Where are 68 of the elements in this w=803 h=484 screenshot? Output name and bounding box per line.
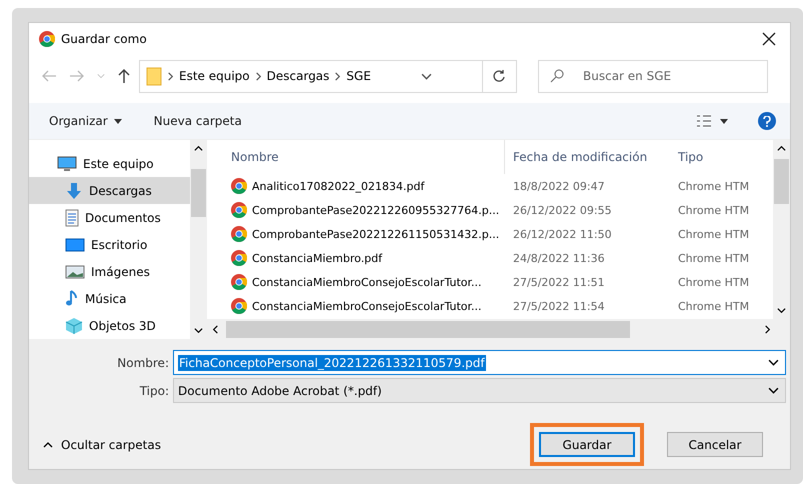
chrome-icon — [39, 31, 55, 47]
scroll-thumb[interactable] — [226, 320, 630, 338]
dropdown-chevron-icon — [768, 357, 779, 368]
breadcrumb[interactable]: SGE — [346, 69, 371, 83]
window-title: Guardar como — [61, 32, 148, 46]
download-arrow-icon — [65, 182, 83, 200]
scroll-thumb[interactable] — [774, 159, 789, 204]
refresh-icon — [492, 69, 506, 83]
new-folder-button[interactable]: Nueva carpeta — [154, 114, 242, 128]
chevron-icon — [43, 440, 53, 450]
column-header[interactable]: Tipo — [670, 140, 760, 174]
file-list-scrollbar[interactable] — [773, 140, 790, 319]
file-row[interactable]: ComprobantePase202212260955327764.p... 26/12/2022 09:55 Chrome HTM — [207, 198, 773, 222]
scroll-down-icon — [194, 326, 203, 335]
dialog-button[interactable]: Guardar — [539, 432, 635, 457]
sidebar-item[interactable]: Objetos 3D — [29, 312, 190, 339]
chrome-icon — [231, 298, 247, 314]
chrome-icon — [231, 202, 247, 218]
breadcrumb-separator-icon — [333, 72, 342, 80]
file-row[interactable]: Analitico17082022_021834.pdf 18/8/2022 09:47 Chrome HTM — [207, 174, 773, 198]
search-icon — [550, 68, 564, 82]
breadcrumb[interactable]: Este equipo — [179, 69, 250, 83]
dialog-button[interactable]: Cancelar — [667, 432, 763, 457]
sidebar-item[interactable]: Imágenes — [29, 258, 190, 285]
document-icon — [65, 208, 79, 226]
scroll-thumb[interactable] — [191, 169, 206, 217]
sidebar-scrollbar[interactable] — [190, 140, 207, 339]
sidebar-item[interactable]: Escritorio — [29, 231, 190, 258]
help-icon[interactable] — [758, 112, 776, 130]
column-header[interactable]: Fecha de modificación — [505, 140, 670, 174]
chrome-icon — [231, 226, 247, 242]
type-label: Tipo: — [138, 384, 170, 398]
search-field[interactable]: Buscar en SGE — [538, 60, 768, 92]
chrome-icon — [231, 250, 247, 266]
chrome-icon — [231, 274, 247, 290]
scroll-right-icon — [763, 324, 772, 334]
breadcrumb-separator-icon — [166, 72, 175, 80]
music-note-icon — [65, 290, 79, 308]
desktop-icon — [65, 236, 85, 252]
organize-menu[interactable]: Organizar — [49, 114, 122, 128]
file-type-select[interactable]: Documento Adobe Acrobat (*.pdf) — [173, 378, 786, 403]
sidebar-item[interactable]: Música — [29, 285, 190, 312]
sidebar-item[interactable]: Descargas — [29, 177, 190, 204]
file-row[interactable]: ConstanciaMiembroConsejoEscolarTutor... 27/5/2022 11:54 Chrome HTM — [207, 294, 773, 318]
file-name-field[interactable]: FichaConceptoPersonal_202212261332110579.pdf — [173, 350, 786, 375]
monitor-icon — [57, 156, 77, 172]
picture-icon — [65, 264, 85, 280]
caret-icon — [114, 118, 122, 124]
breadcrumb[interactable]: Descargas — [266, 69, 330, 83]
hide-folders-button[interactable]: Ocultar carpetas — [43, 438, 161, 452]
breadcrumb-separator-icon — [254, 72, 263, 80]
file-row[interactable]: ComprobantePase202212261150531432.p... 26/12/2022 11:50 Chrome HTM — [207, 222, 773, 246]
scroll-left-icon — [211, 324, 220, 334]
cube-icon — [65, 316, 83, 334]
file-row[interactable]: ConstanciaMiembro.pdf 24/8/2022 11:36 Chrome HTM — [207, 246, 773, 270]
dropdown-chevron-icon — [768, 385, 779, 396]
file-row[interactable]: ConstanciaMiembroConsejoEscolarTutor... 27/5/2022 11:51 Chrome HTM — [207, 270, 773, 294]
sidebar-item[interactable]: Este equipo — [29, 150, 190, 177]
scroll-up-icon — [777, 144, 786, 153]
horizontal-scrollbar[interactable] — [207, 319, 790, 339]
folder-icon — [146, 66, 162, 86]
scroll-up-icon — [194, 144, 203, 153]
sidebar-item[interactable]: Documentos — [29, 204, 190, 231]
name-label: Nombre: — [116, 356, 170, 370]
chrome-icon — [231, 178, 247, 194]
address-bar[interactable]: Este equipo Descargas SGE — [139, 60, 517, 92]
column-header[interactable]: Nombre — [207, 140, 505, 174]
scroll-down-icon — [777, 306, 786, 315]
